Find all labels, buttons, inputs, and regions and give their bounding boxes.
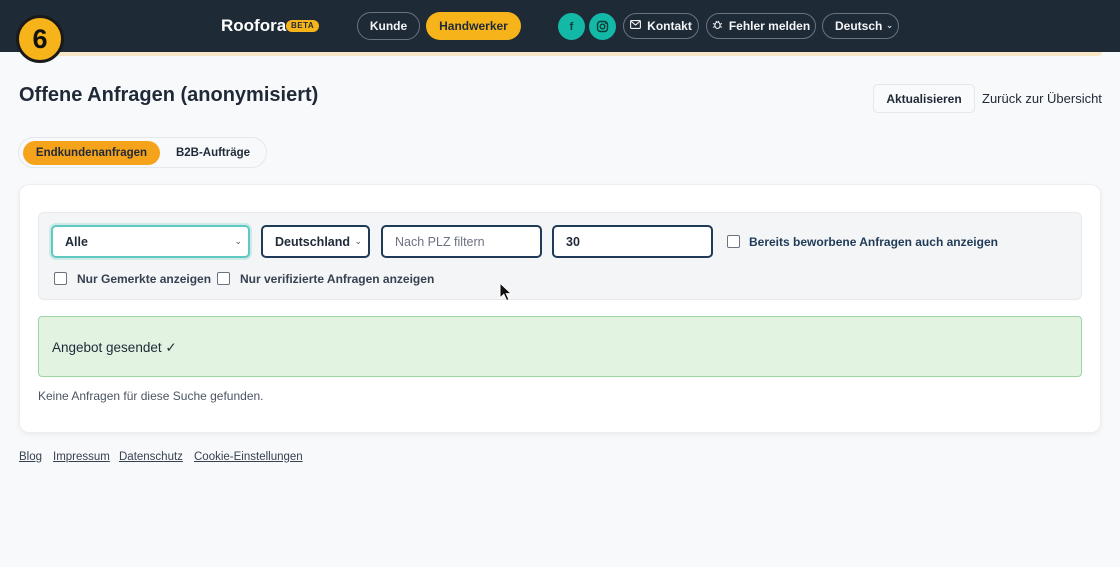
chevron-down-icon: ⌄ <box>234 236 242 246</box>
role-tab-craftsman[interactable]: Handwerker <box>426 12 521 40</box>
show-applied-label[interactable]: Bereits beworbene Anfragen auch anzeigen <box>749 235 998 249</box>
only-verified-label[interactable]: Nur verifizierte Anfragen anzeigen <box>240 272 434 286</box>
country-value: Deutschland <box>275 234 351 249</box>
request-type-tabs: Endkundenanfragen B2B-Aufträge <box>18 137 267 168</box>
bug-icon <box>712 19 723 33</box>
tab-b2b-orders[interactable]: B2B-Aufträge <box>165 141 261 165</box>
footer-link-imprint[interactable]: Impressum <box>53 451 110 463</box>
language-value: Deutsch <box>835 19 883 33</box>
success-alert: Angebot gesendet ✓ <box>38 316 1082 377</box>
show-applied-checkbox[interactable] <box>727 235 740 248</box>
country-select[interactable]: Deutschland ⌄ <box>261 225 370 258</box>
footer-link-privacy[interactable]: Datenschutz <box>119 451 183 463</box>
plz-filter-input[interactable]: Nach PLZ filtern <box>381 225 542 258</box>
mail-icon <box>630 20 642 32</box>
instagram-icon[interactable] <box>589 13 616 40</box>
tab-end-customer-requests[interactable]: Endkundenanfragen <box>23 141 160 165</box>
back-to-overview-link[interactable]: Zurück zur Übersicht <box>982 91 1102 106</box>
role-tab-customer[interactable]: Kunde <box>357 12 420 40</box>
facebook-icon[interactable]: f <box>558 13 585 40</box>
empty-results-message: Keine Anfragen für diese Suche gefunden. <box>38 389 264 403</box>
refresh-button[interactable]: Aktualisieren <box>873 84 975 113</box>
success-alert-text: Angebot gesendet ✓ <box>52 340 177 355</box>
only-saved-label[interactable]: Nur Gemerkte anzeigen <box>77 272 211 286</box>
report-bug-label: Fehler melden <box>728 19 811 33</box>
report-bug-button[interactable]: Fehler melden <box>706 13 816 39</box>
mouse-cursor-icon <box>499 282 513 302</box>
chevron-down-icon: ⌄ <box>354 236 362 246</box>
only-saved-checkbox[interactable] <box>54 272 67 285</box>
step-number-badge: 6 <box>16 15 64 63</box>
contact-label: Kontakt <box>647 19 692 33</box>
page-title: Offene Anfragen (anonymisiert) <box>19 84 319 106</box>
radius-input[interactable]: 30 <box>552 225 713 258</box>
footer-link-blog[interactable]: Blog <box>19 451 42 463</box>
beta-badge: BETA <box>286 20 320 32</box>
language-select[interactable]: Deutsch ⌄ <box>822 13 899 39</box>
brand-logo[interactable]: Roofora <box>221 16 286 36</box>
chevron-down-icon: ⌄ <box>886 21 893 30</box>
only-verified-checkbox[interactable] <box>217 272 230 285</box>
category-select[interactable]: Alle ⌄ <box>51 225 250 258</box>
contact-button[interactable]: Kontakt <box>623 13 699 39</box>
header-divider <box>40 52 1102 56</box>
category-value: Alle <box>65 234 88 249</box>
footer-link-cookie-settings[interactable]: Cookie-Einstellungen <box>194 451 303 463</box>
